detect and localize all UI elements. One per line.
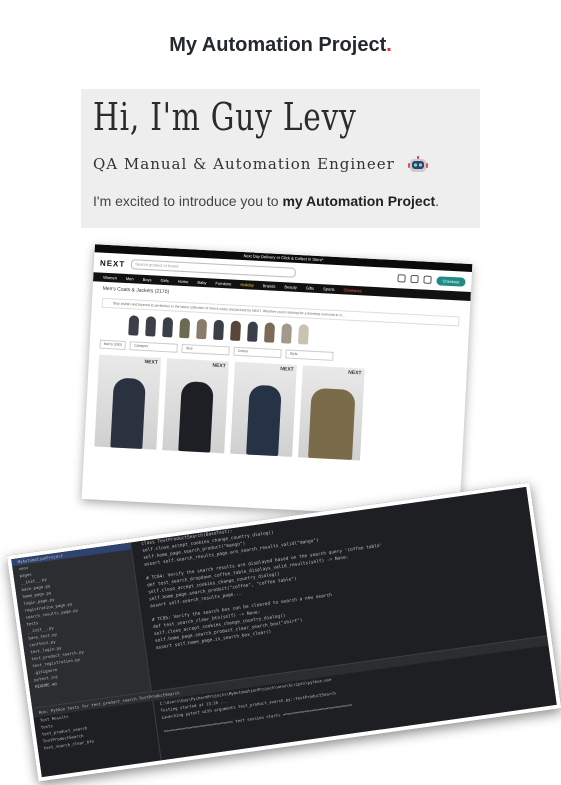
product-brand: NEXT (144, 359, 158, 366)
subcategory-thumb (264, 322, 276, 343)
nav-item: Women (103, 274, 118, 281)
nav-item: Brands (262, 283, 276, 289)
intro-card: Hi, I'm Guy Levy QA Manual & Automation … (81, 89, 480, 228)
robot-icon (407, 155, 429, 175)
subcategory-thumb (281, 323, 293, 344)
ide-screenshot: MyAutomationProject venv pages __init__.… (6, 482, 561, 782)
subcategory-thumb (128, 315, 140, 336)
intro-text-end: . (435, 193, 440, 209)
product-grid: NEXT NEXT NEXT NEXT (84, 350, 467, 470)
subcategory-thumb (213, 319, 225, 341)
product-brand: NEXT (348, 369, 362, 377)
nav-item: Girls (160, 277, 169, 284)
bag-icon (423, 275, 432, 284)
intro-role-text: QA Manual & Automation Engineer (93, 155, 395, 173)
project-tree: MyAutomationProject venv pages __init__.… (11, 542, 152, 708)
header-icons: Checkout (397, 274, 466, 287)
subcategory-thumb (145, 316, 157, 337)
nav-item: Holiday (240, 281, 254, 288)
product-card: NEXT (230, 361, 297, 457)
nav-item: Boys (142, 276, 152, 283)
subcategory-thumb (196, 318, 208, 340)
product-card: NEXT (298, 365, 365, 461)
product-brand: NEXT (280, 366, 294, 373)
nav-item: Sports (322, 286, 335, 292)
nav-item: Home (177, 278, 189, 285)
nav-item: Furniture (215, 280, 232, 287)
subcategory-thumb (297, 324, 310, 345)
website-screenshot: Next Day Delivery or Click & Collect in … (81, 244, 473, 519)
product-image (246, 384, 282, 457)
subcategory-thumb (179, 317, 191, 339)
nav-item: Men (125, 275, 134, 282)
nav-item: Clearance (343, 287, 362, 294)
intro-text-bold: my Automation Project (282, 193, 436, 209)
intro-role: QA Manual & Automation Engineer (93, 155, 429, 175)
product-brand: NEXT (212, 362, 226, 370)
filter: Category (129, 341, 179, 353)
filter: Style (285, 349, 335, 361)
site-logo: NEXT (99, 258, 126, 269)
checkout-button: Checkout (436, 275, 466, 287)
product-card: NEXT (94, 354, 162, 450)
account-icon (397, 274, 406, 283)
title-dot: . (386, 34, 392, 56)
filter: Size (181, 343, 231, 356)
page-title: My Automation Project. (0, 34, 561, 57)
intro-text: I'm excited to introduce you to my Autom… (93, 193, 439, 209)
subcategory-thumb (162, 316, 174, 338)
nav-item: Gifts (305, 285, 315, 291)
favourites-icon (410, 274, 419, 284)
nav-item: Baby (197, 279, 207, 286)
filter: Men's (293) (99, 339, 127, 351)
product-image (308, 387, 356, 461)
filter: Colour (233, 346, 283, 359)
page-title-text: My Automation Project (169, 34, 387, 56)
intro-name: Hi, I'm Guy Levy (93, 95, 357, 139)
product-image (110, 377, 146, 450)
subcategory-thumb (230, 320, 242, 342)
product-image (178, 381, 214, 453)
nav-item: Beauty (284, 284, 298, 290)
subcategory-thumb (247, 321, 259, 342)
product-card: NEXT (162, 358, 229, 454)
intro-text-start: I'm excited to introduce you to (93, 193, 283, 209)
